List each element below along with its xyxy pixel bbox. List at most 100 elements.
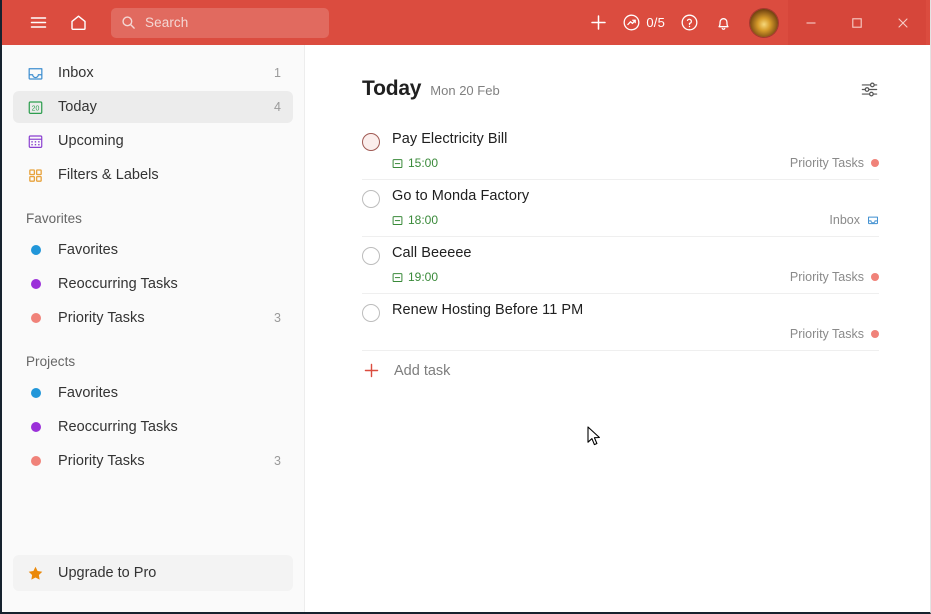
- project-item-favorites[interactable]: Favorites: [13, 377, 293, 409]
- task-body: Pay Electricity Bill 15:00 Priority Task…: [392, 130, 879, 171]
- project-color-dot-icon: [871, 273, 879, 281]
- close-icon[interactable]: [880, 0, 926, 45]
- question-mark-icon: [680, 13, 699, 32]
- inbox-tray-icon: [867, 214, 879, 226]
- sidebar: Inbox 1 20 Today 4 Upcoming Filters & La…: [2, 45, 305, 612]
- favorite-item-reoccurring-tasks[interactable]: Reoccurring Tasks: [13, 268, 293, 300]
- favorite-item-label: Favorites: [58, 242, 119, 258]
- task-project-chip[interactable]: Priority Tasks: [790, 156, 879, 170]
- favorite-item-label: Priority Tasks: [58, 310, 145, 326]
- task-project-chip[interactable]: Inbox: [829, 213, 879, 227]
- favorite-item-label: Reoccurring Tasks: [58, 276, 178, 292]
- top-bar-right-group: 0/5: [583, 0, 930, 45]
- task-due-time: 18:00: [392, 213, 438, 227]
- bell-icon: [714, 13, 733, 32]
- filters-labels-icon: [26, 166, 45, 185]
- productivity-button[interactable]: 0/5: [617, 8, 670, 38]
- upcoming-calendar-icon: [26, 132, 45, 151]
- task-project-chip[interactable]: Priority Tasks: [790, 270, 879, 284]
- sidebar-item-inbox[interactable]: Inbox 1: [13, 57, 293, 89]
- task-checkbox[interactable]: [362, 247, 380, 265]
- sidebar-item-filters-labels[interactable]: Filters & Labels: [13, 159, 293, 191]
- project-color-dot-icon: [26, 422, 45, 432]
- project-item-label: Reoccurring Tasks: [58, 419, 178, 435]
- project-color-dot-icon: [871, 330, 879, 338]
- plus-icon: [589, 13, 608, 32]
- task-time-label: 19:00: [408, 270, 439, 284]
- upgrade-to-pro-label: Upgrade to Pro: [58, 565, 157, 581]
- add-task-button[interactable]: Add task: [362, 351, 879, 379]
- task-row[interactable]: Go to Monda Factory 18:00 Inbox: [362, 180, 879, 237]
- task-project-label: Priority Tasks: [789, 156, 864, 170]
- task-title: Renew Hosting Before 11 PM: [392, 302, 584, 318]
- top-bar-left-group: Search: [2, 7, 329, 38]
- upgrade-to-pro-button[interactable]: Upgrade to Pro: [13, 555, 293, 591]
- project-color-dot-icon: [26, 456, 45, 466]
- favorite-item-count: 3: [274, 311, 281, 325]
- task-meta: 15:00 Priority Tasks: [392, 155, 879, 171]
- today-calendar-icon: 20: [26, 98, 45, 117]
- task-title: Pay Electricity Bill: [392, 131, 508, 147]
- task-project-label: Inbox: [829, 213, 860, 227]
- inbox-tray-icon: [26, 64, 45, 83]
- favorite-item-favorites[interactable]: Favorites: [13, 234, 293, 266]
- sidebar-item-count: 1: [274, 66, 281, 80]
- sidebar-nav: Inbox 1 20 Today 4 Upcoming Filters & La…: [2, 45, 304, 191]
- main-content: Today Mon 20 Feb Pay Electricity Bill 15…: [306, 45, 930, 612]
- projects-section-title: Projects: [26, 354, 76, 369]
- search-input[interactable]: Search: [111, 7, 329, 38]
- project-color-dot-icon: [26, 245, 45, 255]
- task-title: Go to Monda Factory: [392, 188, 530, 204]
- favorite-item-priority-tasks[interactable]: Priority Tasks 3: [13, 302, 293, 334]
- plus-icon: [363, 362, 380, 379]
- task-list: Pay Electricity Bill 15:00 Priority Task…: [362, 123, 879, 351]
- sidebar-item-upcoming[interactable]: Upcoming: [13, 125, 293, 157]
- help-button[interactable]: [674, 8, 704, 38]
- task-row[interactable]: Call Beeeee 19:00 Priority Tasks: [362, 237, 879, 294]
- todoist-window: Search 0/5 Inbox 1 20 Today 4 Upcoming F…: [0, 0, 931, 614]
- task-project-label: Priority Tasks: [789, 270, 864, 284]
- sidebar-item-label: Upcoming: [58, 133, 124, 149]
- task-time-label: 18:00: [408, 213, 439, 227]
- task-meta: 18:00 Inbox: [392, 212, 879, 228]
- maximize-icon[interactable]: [834, 0, 880, 45]
- sliders-icon[interactable]: [860, 80, 879, 99]
- avatar[interactable]: [750, 8, 778, 37]
- home-icon[interactable]: [65, 10, 91, 36]
- favorites-section-title: Favorites: [26, 211, 82, 226]
- add-task-quick-button[interactable]: [583, 8, 613, 38]
- productivity-trend-icon: [622, 13, 641, 32]
- project-item-label: Favorites: [58, 385, 119, 401]
- sidebar-item-count: 4: [274, 100, 281, 114]
- project-item-priority-tasks[interactable]: Priority Tasks 3: [13, 445, 293, 477]
- sidebar-item-label: Filters & Labels: [58, 167, 159, 183]
- project-color-dot-icon: [871, 159, 879, 167]
- project-item-reoccurring-tasks[interactable]: Reoccurring Tasks: [13, 411, 293, 443]
- notifications-button[interactable]: [708, 8, 738, 38]
- main-content-inner: Today Mon 20 Feb Pay Electricity Bill 15…: [306, 45, 930, 379]
- top-bar: Search 0/5: [2, 0, 930, 45]
- hamburger-menu-icon[interactable]: [25, 10, 51, 36]
- page-title: Today: [362, 77, 422, 100]
- sidebar-item-label: Inbox: [58, 65, 94, 81]
- minimize-icon[interactable]: [788, 0, 834, 45]
- search-placeholder: Search: [145, 15, 189, 30]
- task-body: Call Beeeee 19:00 Priority Tasks: [392, 244, 879, 285]
- add-task-label: Add task: [394, 362, 451, 379]
- task-body: Go to Monda Factory 18:00 Inbox: [392, 187, 879, 228]
- task-due-time: 19:00: [392, 270, 438, 284]
- task-title: Call Beeeee: [392, 245, 472, 261]
- calendar-event-icon: [392, 272, 403, 283]
- task-row[interactable]: Pay Electricity Bill 15:00 Priority Task…: [362, 123, 879, 180]
- task-project-chip[interactable]: Priority Tasks: [790, 327, 879, 341]
- task-checkbox[interactable]: [362, 190, 380, 208]
- search-icon: [121, 15, 136, 30]
- task-due-time: 15:00: [392, 156, 438, 170]
- sidebar-item-today[interactable]: 20 Today 4: [13, 91, 293, 123]
- task-row[interactable]: Renew Hosting Before 11 PM Priority Task…: [362, 294, 879, 351]
- task-checkbox[interactable]: [362, 304, 380, 322]
- task-checkbox[interactable]: [362, 133, 380, 151]
- task-body: Renew Hosting Before 11 PM Priority Task…: [392, 301, 879, 342]
- calendar-event-icon: [392, 158, 403, 169]
- project-color-dot-icon: [26, 388, 45, 398]
